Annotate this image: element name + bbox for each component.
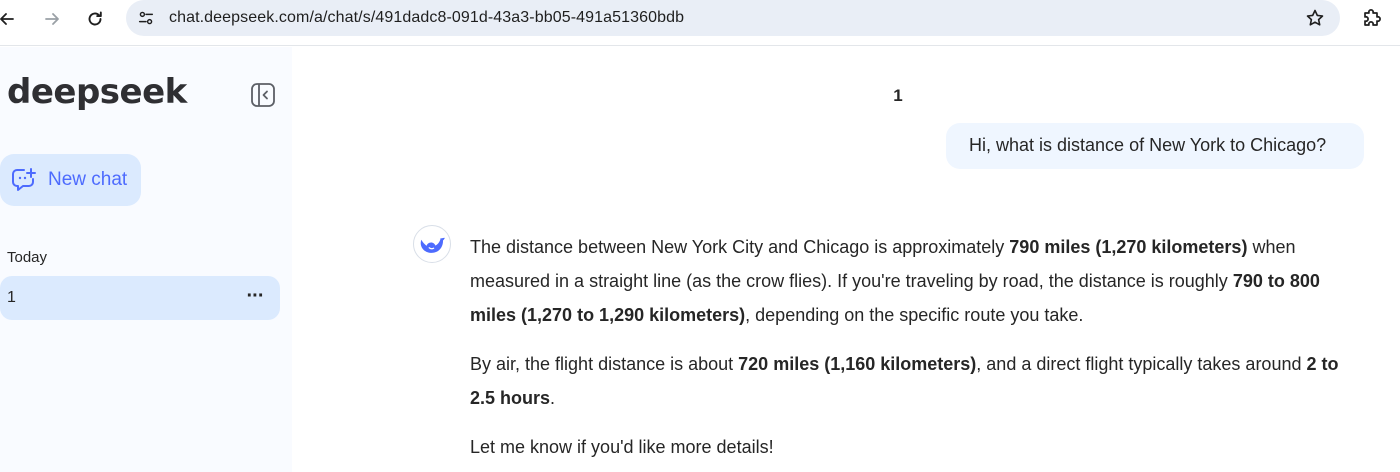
forward-button[interactable] — [39, 6, 65, 32]
reload-icon — [88, 11, 102, 26]
sidebar-chat-item[interactable]: 1 ··· — [0, 276, 280, 320]
arrow-right-icon — [45, 13, 59, 25]
answer-text: , and a direct flight typically takes ar… — [976, 354, 1307, 374]
answer-paragraph: The distance between New York City and C… — [470, 230, 1360, 332]
answer-bold: 790 miles (1,270 kilometers) — [1009, 237, 1248, 257]
back-button[interactable] — [0, 6, 20, 32]
chat-main: 1 Hi, what is distance of New York to Ch… — [292, 47, 1400, 472]
extensions-button[interactable] — [1360, 6, 1384, 30]
site-info-button[interactable] — [136, 8, 156, 28]
browser-toolbar: chat.deepseek.com/a/chat/s/491dadc8-091d… — [0, 0, 1400, 46]
assistant-answer: The distance between New York City and C… — [470, 230, 1360, 472]
answer-text: The distance between New York City and C… — [470, 237, 1010, 257]
section-label-today: Today — [7, 249, 48, 266]
answer-paragraph: Let me know if you'd like more details! — [470, 437, 774, 457]
answer-text: By air, the flight distance is about — [470, 354, 739, 374]
user-message-text: Hi, what is distance of New York to Chic… — [969, 135, 1327, 155]
deepseek-whale-icon — [420, 237, 445, 253]
arrow-left-icon — [0, 13, 14, 25]
address-bar[interactable]: chat.deepseek.com/a/chat/s/491dadc8-091d… — [126, 0, 1340, 36]
tune-icon — [138, 11, 154, 25]
user-message-bubble: Hi, what is distance of New York to Chic… — [946, 123, 1364, 169]
chat-title: 1 — [893, 86, 903, 105]
sidebar: deepseek New chat Today 1 ··· — [0, 47, 292, 472]
more-options-button[interactable]: ··· — [243, 284, 267, 308]
new-chat-button[interactable]: New chat — [0, 154, 141, 206]
chat-item-label: 1 — [7, 289, 16, 306]
answer-text: . — [550, 388, 556, 408]
bookmark-button[interactable] — [1304, 7, 1326, 29]
answer-text: , depending on the specific route you ta… — [745, 305, 1084, 325]
new-chat-label: New chat — [48, 169, 128, 190]
answer-bold: 720 miles (1,160 kilometers) — [738, 354, 977, 374]
star-icon — [1306, 9, 1324, 26]
assistant-avatar — [413, 225, 451, 263]
collapse-sidebar-button[interactable] — [250, 82, 276, 108]
sidebar-collapse-icon — [251, 83, 275, 107]
url-text[interactable]: chat.deepseek.com/a/chat/s/491dadc8-091d… — [169, 9, 684, 27]
answer-paragraph: By air, the flight distance is about 720… — [470, 347, 1360, 415]
deepseek-logo[interactable]: deepseek — [7, 72, 187, 112]
chat-plus-icon — [12, 168, 36, 191]
reload-button[interactable] — [82, 6, 108, 32]
puzzle-icon — [1364, 9, 1381, 26]
